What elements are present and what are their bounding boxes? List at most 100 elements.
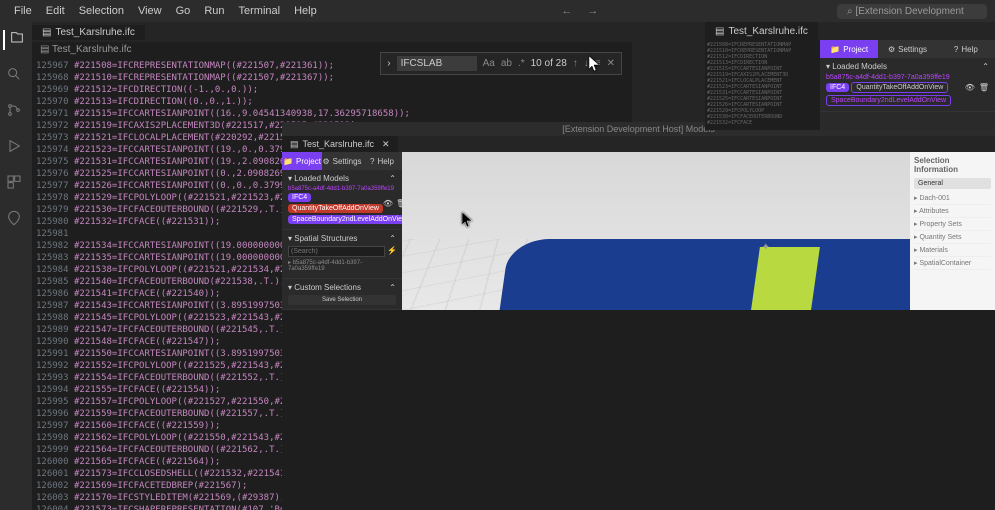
tab-help[interactable]: ?Help: [937, 40, 995, 58]
code-line[interactable]: 125970#221513=IFCDIRECTION((0.,0.,1.));: [36, 96, 632, 108]
file-icon: ▤: [42, 27, 51, 38]
code-text: #221547=IFCFACEOUTERBOUND((#221545,.T.);: [74, 324, 291, 336]
spatial-structures-label: Spatial Structures: [294, 234, 357, 243]
source-control-icon[interactable]: [6, 102, 26, 122]
code-text: #221512=IFCDIRECTION((-1.,0.,0.));: [74, 84, 258, 96]
chevron-down-icon[interactable]: ▾ Spatial Structures: [288, 234, 357, 243]
tab-project-2[interactable]: 📁Project: [282, 152, 322, 170]
explorer-icon[interactable]: [3, 30, 23, 50]
debug-icon[interactable]: [6, 138, 26, 158]
code-line[interactable]: 125969#221512=IFCDIRECTION((-1.,0.,0.));: [36, 84, 632, 96]
folder-icon: 📁: [283, 157, 293, 166]
info-item[interactable]: ▸ Materials: [914, 244, 991, 257]
tab-help-2[interactable]: ?Help: [362, 152, 402, 170]
help-icon: ?: [954, 45, 958, 54]
view-badge-4: SpaceBoundary2ndLevelAddOnView: [288, 215, 411, 224]
code-text: #221521=IFCLOCALPLACEMENT(#220292,#22151…: [74, 132, 307, 144]
regex-icon[interactable]: .*: [518, 58, 525, 69]
building-roof: [498, 239, 910, 310]
3d-viewport[interactable]: ✦: [402, 152, 910, 310]
menu-edit[interactable]: Edit: [40, 3, 71, 19]
line-number: 125994: [36, 384, 74, 396]
editor-tab[interactable]: ▤ Test_Karslruhe.ifc: [32, 25, 146, 40]
line-number: 125997: [36, 420, 74, 432]
code-text: #221548=IFCFACE((#221547));: [74, 336, 220, 348]
match-case-icon[interactable]: Aa: [483, 58, 495, 69]
line-number: 125972: [36, 120, 74, 132]
search-activity-icon[interactable]: [6, 66, 26, 86]
delete-icon[interactable]: 🗑: [979, 83, 989, 92]
code-line[interactable]: 125971#221515=IFCCARTESIANPOINT((16.,9.0…: [36, 108, 632, 120]
code-text: #221540=IFCFACEOUTERBOUND(#221538,.T.);: [74, 276, 285, 288]
info-item[interactable]: ▸ SpatialContainer: [914, 257, 991, 270]
tab-project[interactable]: 📁Project: [820, 40, 878, 58]
extensions-icon[interactable]: [6, 174, 26, 194]
collapse-icon[interactable]: ⌃: [389, 283, 396, 292]
ifc-extension-icon[interactable]: [6, 210, 26, 230]
loaded-models-label: Loaded Models: [832, 62, 887, 71]
folder-icon: 📁: [830, 45, 840, 54]
chevron-down-icon[interactable]: ▾ Loaded Models: [288, 174, 349, 183]
line-number: 125986: [36, 288, 74, 300]
line-number: 125989: [36, 324, 74, 336]
line-number: 125991: [36, 348, 74, 360]
chevron-down-icon[interactable]: ▾ Loaded Models: [826, 62, 887, 71]
secondary-window: ▤ Test_Karslruhe.ifc #221508=IFCREPRESEN…: [705, 22, 995, 130]
tree-item[interactable]: ▸ b5a875c-a4df-4dd1-b397-7a0a359ffe19: [288, 257, 396, 274]
nav-forward-icon[interactable]: →: [581, 3, 604, 19]
menu-file[interactable]: File: [8, 3, 38, 19]
find-count: 10 of 28: [531, 58, 567, 69]
line-number: 125974: [36, 144, 74, 156]
menu-help[interactable]: Help: [288, 3, 323, 19]
line-number: 125973: [36, 132, 74, 144]
close-icon[interactable]: ✕: [382, 139, 390, 150]
collapse-icon[interactable]: ⌃: [389, 174, 396, 183]
filter-icon[interactable]: ⚡: [387, 246, 397, 257]
close-icon[interactable]: ✕: [607, 58, 615, 69]
secondary-tab[interactable]: ▤ Test_Karslruhe.ifc: [705, 22, 819, 40]
menu-terminal[interactable]: Terminal: [233, 3, 287, 19]
line-number: 125992: [36, 360, 74, 372]
view-badge: QuantityTakeOffAddOnView: [851, 82, 948, 93]
nav-back-icon[interactable]: ←: [555, 3, 578, 19]
whole-word-icon[interactable]: ab: [501, 58, 512, 69]
code-text: #221554=IFCFACEOUTERBOUND((#221552,.T.);: [74, 372, 291, 384]
file-icon: ▤: [715, 26, 724, 37]
line-number: 125981: [36, 228, 74, 240]
info-item[interactable]: ▸ Property Sets: [914, 218, 991, 231]
search-box[interactable]: ⌕ [Extension Development: [837, 4, 987, 19]
info-item[interactable]: ▸ Dach-001: [914, 192, 991, 205]
line-number: 126002: [36, 480, 74, 492]
line-number: 125975: [36, 156, 74, 168]
info-title: Selection Information: [914, 156, 991, 174]
spatial-search-input[interactable]: [288, 246, 385, 257]
chevron-down-icon[interactable]: ▾ Custom Selections: [288, 283, 361, 292]
menu-selection[interactable]: Selection: [73, 3, 130, 19]
tab-settings-2[interactable]: ⚙Settings: [322, 152, 362, 170]
line-number: 125998: [36, 432, 74, 444]
gear-icon: ⚙: [322, 157, 329, 166]
model-id[interactable]: b5a875c-a4df-4dd1-b397-7a0a359ffe19: [826, 74, 989, 81]
save-selection-button[interactable]: Save Selection: [288, 295, 396, 305]
find-widget: › Aa ab .* 10 of 28 ↑ ↓ ≡ ✕: [380, 52, 622, 75]
info-item[interactable]: ▸ Quantity Sets: [914, 231, 991, 244]
line-number: 125979: [36, 204, 74, 216]
find-input[interactable]: [397, 56, 477, 71]
menu-view[interactable]: View: [132, 3, 168, 19]
visibility-icon[interactable]: 👁: [383, 199, 393, 208]
nested-tab[interactable]: ▤ Test_Karslruhe.ifc ✕: [282, 136, 399, 152]
visibility-icon[interactable]: 👁: [965, 83, 975, 92]
info-item[interactable]: General: [914, 178, 991, 189]
tab-label: Test_Karslruhe.ifc: [55, 27, 134, 38]
menu-run[interactable]: Run: [198, 3, 230, 19]
line-number: 125969: [36, 84, 74, 96]
collapse-icon[interactable]: ⌃: [389, 234, 396, 243]
collapse-icon[interactable]: ⌃: [982, 62, 989, 71]
chevron-left-icon[interactable]: ›: [387, 58, 390, 69]
tab-settings[interactable]: ⚙Settings: [878, 40, 936, 58]
prev-match-icon[interactable]: ↑: [573, 58, 578, 69]
info-item[interactable]: ▸ Attributes: [914, 205, 991, 218]
code-text: #221559=IFCFACEOUTERBOUND((#221557,.T.);: [74, 408, 291, 420]
menu-go[interactable]: Go: [170, 3, 197, 19]
building-model[interactable]: [504, 239, 910, 310]
